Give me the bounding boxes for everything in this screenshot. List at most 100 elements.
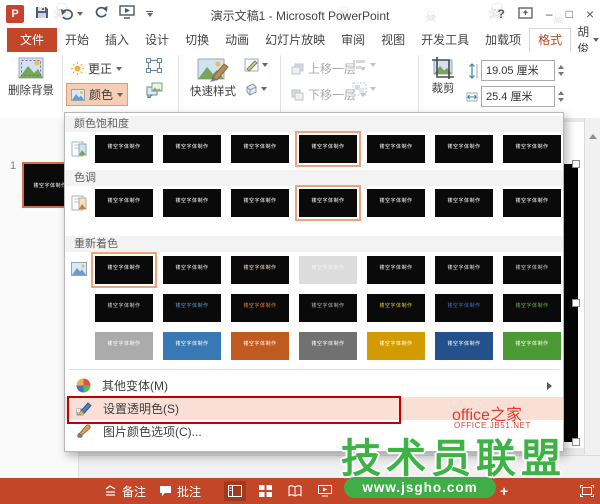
reading-view-button[interactable] bbox=[284, 481, 306, 501]
minimize-button[interactable]: – bbox=[546, 7, 553, 21]
gallery-thumb[interactable]: 镂空字体制作 bbox=[503, 256, 561, 284]
tab-developer[interactable]: 开发工具 bbox=[413, 28, 477, 52]
color-button[interactable]: 颜色 bbox=[66, 83, 129, 106]
set-transparent-color-icon bbox=[76, 402, 92, 416]
gallery-thumb[interactable]: 镂空字体制作 bbox=[95, 332, 153, 360]
gallery-thumb[interactable]: 镂空字体制作 bbox=[231, 256, 289, 284]
group-objects-button[interactable] bbox=[352, 82, 376, 96]
change-picture-button[interactable] bbox=[146, 82, 163, 103]
gallery-thumb[interactable]: 镂空字体制作 bbox=[295, 185, 361, 221]
shape-width-input[interactable]: 25.4 厘米 bbox=[481, 86, 555, 107]
color-dropdown-menu: 颜色饱和度 镂空字体制作 镂空字体制作 镂空字体制作 镂空字体制作 镂空字体制作 镂空字体… bbox=[64, 112, 564, 452]
undo-button[interactable] bbox=[60, 8, 83, 21]
color-label: 颜色 bbox=[89, 88, 114, 102]
gallery-thumb[interactable]: 镂空字体制作 bbox=[95, 294, 153, 322]
gallery-thumb[interactable]: 镂空字体制作 bbox=[435, 135, 493, 163]
gallery-thumb[interactable]: 镂空字体制作 bbox=[91, 252, 157, 288]
notes-icon bbox=[105, 485, 116, 496]
quick-styles-button[interactable]: 快速样式 bbox=[186, 56, 240, 99]
save-button[interactable] bbox=[35, 5, 49, 24]
gallery-thumb[interactable]: 镂空字体制作 bbox=[163, 189, 221, 217]
gallery-thumb[interactable]: 镂空字体制作 bbox=[163, 294, 221, 322]
crop-button[interactable]: 裁剪 bbox=[424, 56, 462, 96]
gallery-thumb[interactable]: 镂空字体制作 bbox=[367, 332, 425, 360]
width-spinner[interactable] bbox=[558, 91, 564, 102]
gallery-thumb[interactable]: 镂空字体制作 bbox=[503, 189, 561, 217]
remove-background-button[interactable]: 删除背景 bbox=[4, 56, 58, 98]
tab-home[interactable]: 开始 bbox=[57, 28, 97, 52]
picture-border-button[interactable] bbox=[244, 58, 268, 72]
ribbon-tab-strip: 文件 开始 插入 设计 切换 动画 幻灯片放映 审阅 视图 开发工具 加载项 格式 胡俊 bbox=[0, 25, 600, 56]
help-button[interactable]: ? bbox=[498, 7, 505, 21]
tab-file[interactable]: 文件 bbox=[7, 28, 58, 52]
set-transparent-color-menu-item[interactable]: 设置透明色(S) bbox=[65, 397, 563, 420]
account-menu[interactable]: 胡俊 bbox=[573, 25, 600, 56]
gallery-thumb[interactable]: 镂空字体制作 bbox=[163, 135, 221, 163]
resize-handle[interactable] bbox=[572, 160, 580, 168]
align-objects-button[interactable] bbox=[352, 58, 376, 71]
gallery-thumb[interactable]: 镂空字体制作 bbox=[435, 189, 493, 217]
tab-insert[interactable]: 插入 bbox=[97, 28, 137, 52]
tab-format[interactable]: 格式 bbox=[529, 28, 572, 52]
gallery-thumb[interactable]: 镂空字体制作 bbox=[503, 135, 561, 163]
gallery-thumb[interactable]: 镂空字体制作 bbox=[95, 189, 153, 217]
fit-slide-to-window-button[interactable] bbox=[576, 481, 598, 501]
gallery-thumb[interactable]: 镂空字体制作 bbox=[367, 189, 425, 217]
gallery-thumb[interactable]: 镂空字体制作 bbox=[503, 294, 561, 322]
gallery-thumb[interactable]: 镂空字体制作 bbox=[503, 332, 561, 360]
slideshow-view-button[interactable] bbox=[314, 481, 336, 501]
more-variations-menu-item[interactable]: 其他变体(M) bbox=[65, 374, 563, 397]
zoom-in-button[interactable]: + bbox=[500, 478, 508, 504]
maximize-button[interactable]: □ bbox=[566, 7, 573, 21]
gallery-thumb[interactable]: 镂空字体制作 bbox=[299, 294, 357, 322]
tab-view[interactable]: 视图 bbox=[373, 28, 413, 52]
gallery-thumb[interactable]: 镂空字体制作 bbox=[435, 332, 493, 360]
tab-slideshow[interactable]: 幻灯片放映 bbox=[257, 28, 333, 52]
gallery-thumb[interactable]: 镂空字体制作 bbox=[231, 294, 289, 322]
gallery-thumb[interactable]: 镂空字体制作 bbox=[367, 294, 425, 322]
gallery-thumb[interactable]: 镂空字体制作 bbox=[163, 332, 221, 360]
gallery-thumb-label: 镂空字体制作 bbox=[515, 144, 549, 150]
comments-toggle-button[interactable]: 批注 bbox=[159, 478, 201, 504]
resize-handle[interactable] bbox=[572, 438, 580, 446]
gallery-thumb[interactable]: 镂空字体制作 bbox=[295, 131, 361, 167]
corrections-button[interactable]: 更正 bbox=[66, 57, 127, 80]
start-slideshow-button[interactable] bbox=[119, 4, 135, 24]
picture-effects-button[interactable] bbox=[244, 82, 267, 96]
artistic-effects-button[interactable] bbox=[146, 58, 162, 78]
customize-quick-access-button[interactable] bbox=[146, 11, 153, 17]
tone-gallery-row: 镂空字体制作 镂空字体制作 镂空字体制作 镂空字体制作 镂空字体制作 镂空字体制作 镂空字体… bbox=[65, 185, 563, 221]
gallery-thumb[interactable]: 镂空字体制作 bbox=[95, 135, 153, 163]
gallery-thumb[interactable]: 镂空字体制作 bbox=[163, 256, 221, 284]
gallery-thumb-label: 镂空字体制作 bbox=[243, 341, 277, 347]
tab-review[interactable]: 审阅 bbox=[333, 28, 373, 52]
shape-height-input[interactable]: 19.05 厘米 bbox=[481, 60, 555, 81]
notes-toggle-button[interactable]: 备注 bbox=[104, 478, 146, 504]
gallery-thumb-label: 镂空字体制作 bbox=[311, 303, 345, 309]
normal-view-button[interactable] bbox=[224, 481, 246, 501]
tab-addins[interactable]: 加载项 bbox=[477, 28, 529, 52]
gallery-thumb[interactable]: 镂空字体制作 bbox=[367, 256, 425, 284]
redo-button[interactable] bbox=[94, 5, 108, 23]
picture-color-options-menu-item[interactable]: 图片颜色选项(C)... bbox=[65, 420, 563, 443]
gallery-thumb[interactable]: 镂空字体制作 bbox=[367, 135, 425, 163]
tab-design[interactable]: 设计 bbox=[137, 28, 177, 52]
gallery-thumb[interactable]: 镂空字体制作 bbox=[435, 294, 493, 322]
tab-transitions[interactable]: 切换 bbox=[177, 28, 217, 52]
slide-sorter-view-button[interactable] bbox=[254, 481, 276, 501]
tab-animations[interactable]: 动画 bbox=[217, 28, 257, 52]
gallery-thumb[interactable]: 镂空字体制作 bbox=[435, 256, 493, 284]
gallery-thumb[interactable]: 镂空字体制作 bbox=[299, 332, 357, 360]
scroll-up-arrow-icon[interactable] bbox=[589, 134, 597, 139]
vertical-scrollbar[interactable] bbox=[584, 118, 600, 478]
resize-handle[interactable] bbox=[572, 299, 580, 307]
gallery-thumb[interactable]: 镂空字体制作 bbox=[231, 332, 289, 360]
gallery-thumb[interactable]: 镂空字体制作 bbox=[231, 189, 289, 217]
height-spinner[interactable] bbox=[558, 65, 564, 76]
gallery-thumb-label: 镂空字体制作 bbox=[175, 198, 209, 204]
undo-dropdown-caret[interactable] bbox=[77, 12, 83, 16]
close-button[interactable]: × bbox=[586, 6, 594, 22]
ribbon-display-options-button[interactable] bbox=[518, 6, 533, 22]
gallery-thumb[interactable]: 镂空字体制作 bbox=[231, 135, 289, 163]
gallery-thumb[interactable]: 镂空字体制作 bbox=[299, 256, 357, 284]
